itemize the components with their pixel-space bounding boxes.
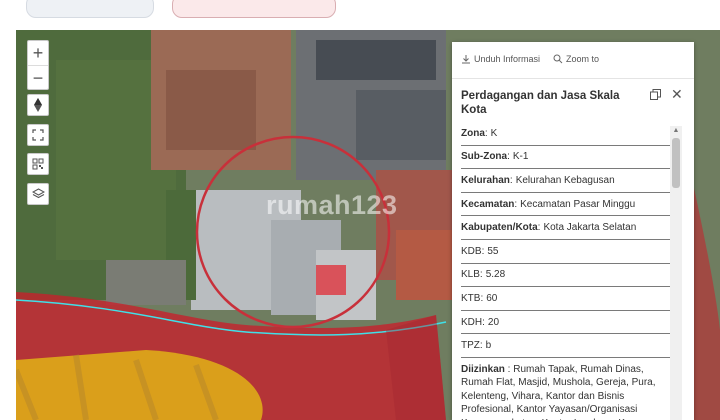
attr-value: K: [490, 127, 498, 139]
attr-row-ktb: KTB :60: [461, 287, 675, 311]
attr-key: Zona: [461, 127, 485, 139]
attr-key: Kabupaten/Kota: [461, 222, 538, 234]
attr-row-kelurahan: Kelurahan : Kelurahan Kebagusan: [461, 169, 675, 193]
zoom-to-label: Zoom to: [566, 54, 600, 64]
attr-value: 55: [487, 245, 499, 257]
attribute-list: Zona :K Sub-Zona : K-1 Kelurahan : Kelurah…: [461, 122, 675, 420]
toolbar-button-1[interactable]: [26, 0, 154, 18]
attr-value: K-1: [512, 151, 529, 163]
download-icon: [462, 55, 470, 64]
attr-row-zona: Zona :K: [461, 122, 675, 146]
close-icon[interactable]: ✕: [671, 87, 683, 101]
attr-row-kdh: KDH :20: [461, 311, 675, 335]
toolbar-button-2[interactable]: [172, 0, 336, 18]
attr-row-sub-zona: Sub-Zona : K-1: [461, 146, 675, 170]
popup-scrollbar[interactable]: ▲: [670, 126, 682, 420]
scroll-up-icon[interactable]: ▲: [672, 127, 680, 135]
qr-code-button[interactable]: [27, 153, 49, 175]
qr-code-icon: [32, 158, 44, 170]
attr-value: 5.28: [485, 269, 506, 281]
attr-key: Sub-Zona: [461, 151, 508, 163]
popup-title: Perdagangan dan Jasa Skala Kota: [461, 90, 620, 116]
attr-key: KTB: [461, 292, 481, 304]
attr-key: KDH: [461, 316, 483, 328]
zoom-controls: + −: [27, 40, 49, 90]
attr-value: 60: [486, 292, 498, 304]
popup-actions: Unduh Informasi Zoom to: [452, 42, 694, 79]
attr-key: Kelurahan: [461, 174, 510, 186]
download-info-button[interactable]: Unduh Informasi: [461, 54, 540, 64]
attr-row-kdb: KDB :55: [461, 240, 675, 264]
zoom-out-button[interactable]: −: [28, 65, 48, 90]
attr-value: Kecamatan Pasar Minggu: [520, 198, 636, 210]
compass-button[interactable]: [27, 94, 49, 116]
attr-key: KDB: [461, 245, 482, 257]
scrollbar-thumb[interactable]: [672, 138, 680, 188]
fullscreen-icon: [32, 129, 44, 141]
download-info-label: Unduh Informasi: [474, 54, 541, 64]
attr-value: Kota Jakarta Selatan: [543, 222, 637, 234]
zoom-to-button[interactable]: Zoom to: [553, 54, 599, 64]
attr-value: Kelurahan Kebagusan: [515, 174, 615, 186]
fullscreen-button[interactable]: [27, 124, 49, 146]
attr-key: TPZ: [461, 340, 480, 352]
feature-info-popup: Unduh Informasi Zoom to Perdagangan dan …: [452, 42, 694, 420]
layers-button[interactable]: [27, 183, 49, 205]
top-toolbar: [0, 0, 720, 30]
attr-key: Kecamatan: [461, 198, 515, 210]
attr-value: 20: [487, 316, 500, 328]
watermark: rumah123: [266, 190, 398, 220]
attr-value: b: [485, 340, 492, 352]
attr-row-tpz: TPZ :b: [461, 334, 675, 358]
compass-icon: [34, 98, 42, 112]
zoom-in-button[interactable]: +: [28, 41, 48, 65]
attr-key: KLB: [461, 269, 480, 281]
attr-key: Diizinkan: [461, 363, 505, 375]
layers-icon: [31, 188, 45, 199]
zoom-to-icon: [553, 54, 563, 64]
attr-row-kabupaten-kota: Kabupaten/Kota : Kota Jakarta Selatan: [461, 216, 675, 240]
dock-icon[interactable]: [650, 89, 662, 101]
attr-row-diizinkan: Diizinkan : Rumah Tapak, Rumah Dinas, Ru…: [461, 358, 675, 420]
attr-row-kecamatan: Kecamatan : Kecamatan Pasar Minggu: [461, 193, 675, 217]
attr-row-klb: KLB :5.28: [461, 264, 675, 288]
